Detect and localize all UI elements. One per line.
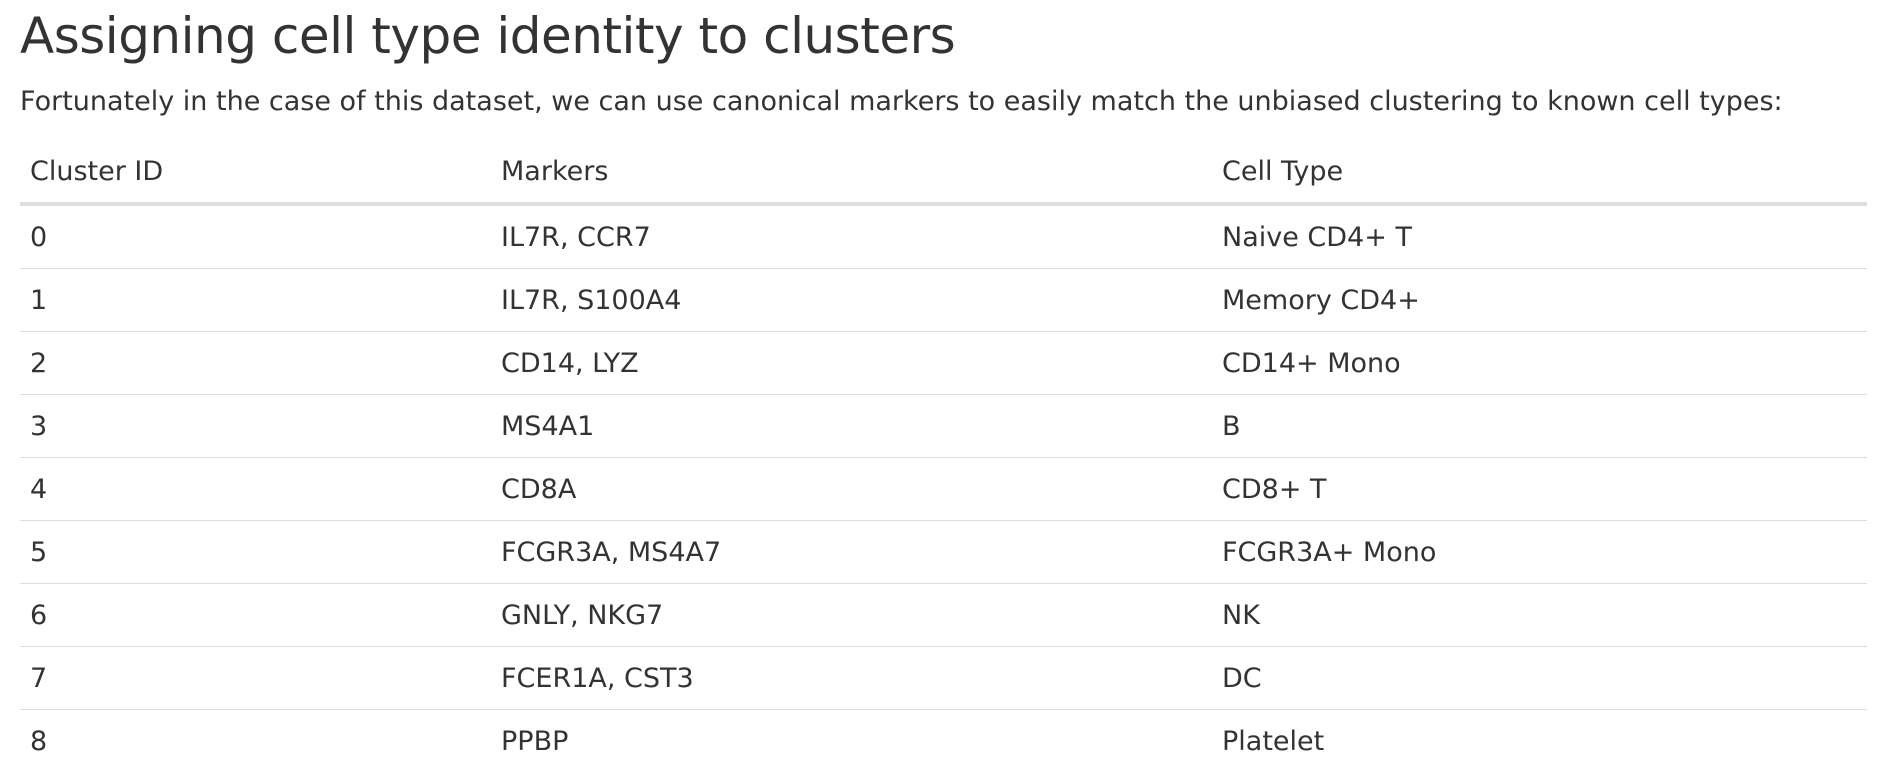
cluster-id-cell: 0: [20, 204, 491, 269]
cell-type-cell: CD8+ T: [1212, 458, 1867, 521]
cell-type-cell: Naive CD4+ T: [1212, 204, 1867, 269]
cluster-id-cell: 5: [20, 521, 491, 584]
table-row: 5 FCGR3A, MS4A7 FCGR3A+ Mono: [20, 521, 1867, 584]
table-row: 1 IL7R, S100A4 Memory CD4+: [20, 269, 1867, 332]
cluster-id-cell: 2: [20, 332, 491, 395]
table-row: 8 PPBP Platelet: [20, 710, 1867, 772]
markers-cell: FCGR3A, MS4A7: [491, 521, 1212, 584]
markers-cell: CD8A: [491, 458, 1212, 521]
cluster-id-cell: 8: [20, 710, 491, 772]
markers-cell: MS4A1: [491, 395, 1212, 458]
page: Assigning cell type identity to clusters…: [0, 0, 1880, 770]
cluster-id-cell: 4: [20, 458, 491, 521]
cluster-id-cell: 7: [20, 647, 491, 710]
table-row: 7 FCER1A, CST3 DC: [20, 647, 1867, 710]
cell-type-cell: B: [1212, 395, 1867, 458]
cell-type-cell: CD14+ Mono: [1212, 332, 1867, 395]
cell-type-cell: NK: [1212, 584, 1867, 647]
table-row: 2 CD14, LYZ CD14+ Mono: [20, 332, 1867, 395]
markers-cell: IL7R, CCR7: [491, 204, 1212, 269]
intro-paragraph: Fortunately in the case of this dataset,…: [20, 84, 1783, 120]
cluster-id-cell: 3: [20, 395, 491, 458]
table-row: 6 GNLY, NKG7 NK: [20, 584, 1867, 647]
markers-cell: CD14, LYZ: [491, 332, 1212, 395]
section-heading: Assigning cell type identity to clusters: [20, 6, 955, 66]
column-header-cluster-id: Cluster ID: [20, 140, 491, 204]
markers-cell: IL7R, S100A4: [491, 269, 1212, 332]
table-header-row: Cluster ID Markers Cell Type: [20, 140, 1867, 204]
table-row: 0 IL7R, CCR7 Naive CD4+ T: [20, 204, 1867, 269]
markers-cell: PPBP: [491, 710, 1212, 772]
markers-cell: GNLY, NKG7: [491, 584, 1212, 647]
cell-type-cell: Memory CD4+: [1212, 269, 1867, 332]
table-body: 0 IL7R, CCR7 Naive CD4+ T 1 IL7R, S100A4…: [20, 204, 1867, 772]
cell-type-cell: FCGR3A+ Mono: [1212, 521, 1867, 584]
cluster-id-cell: 1: [20, 269, 491, 332]
table-row: 3 MS4A1 B: [20, 395, 1867, 458]
cluster-id-cell: 6: [20, 584, 491, 647]
cell-type-cell: DC: [1212, 647, 1867, 710]
column-header-cell-type: Cell Type: [1212, 140, 1867, 204]
cell-type-cell: Platelet: [1212, 710, 1867, 772]
markers-cell: FCER1A, CST3: [491, 647, 1212, 710]
table-row: 4 CD8A CD8+ T: [20, 458, 1867, 521]
cluster-cell-type-table: Cluster ID Markers Cell Type 0 IL7R, CCR…: [20, 140, 1867, 772]
column-header-markers: Markers: [491, 140, 1212, 204]
